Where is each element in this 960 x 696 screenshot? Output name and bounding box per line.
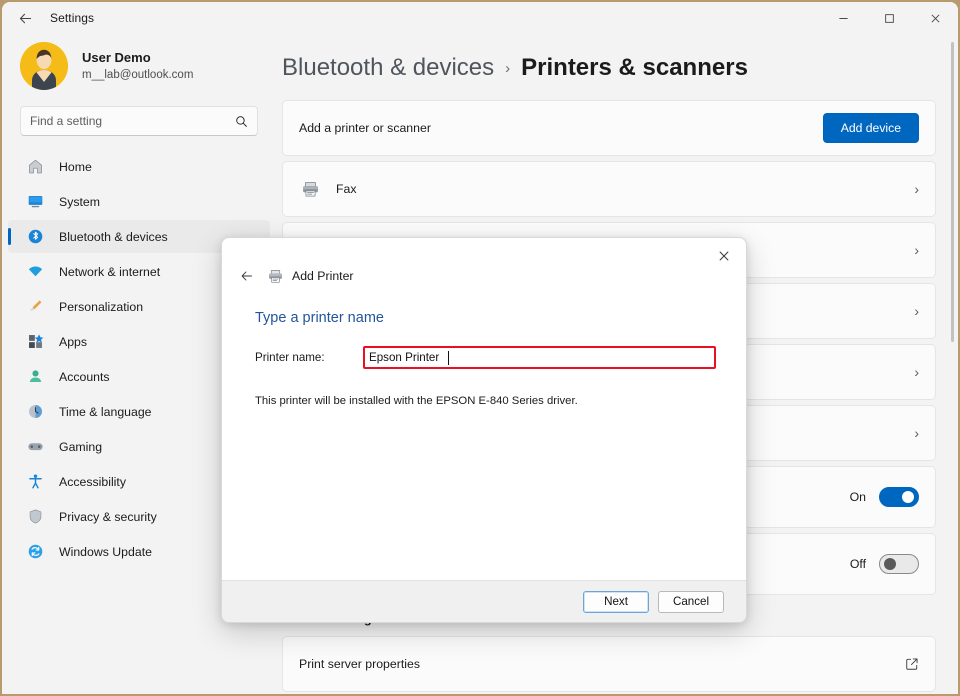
- back-arrow-icon: [240, 269, 254, 283]
- title-bar: Settings: [2, 2, 958, 34]
- minimize-button[interactable]: [820, 2, 866, 34]
- dialog-header: Add Printer: [222, 238, 746, 288]
- close-icon: [930, 13, 941, 24]
- printer-name-input-wrap[interactable]: [363, 346, 716, 369]
- printer-name-label: Printer name:: [255, 351, 363, 364]
- printer-name-field-row: Printer name:: [255, 346, 716, 369]
- text-caret: [448, 351, 449, 365]
- settings-window: Settings: [2, 2, 958, 694]
- minimize-icon: [838, 13, 849, 24]
- dialog-footer: Next Cancel: [222, 580, 746, 622]
- next-button[interactable]: Next: [583, 591, 649, 613]
- close-button[interactable]: [912, 2, 958, 34]
- maximize-button[interactable]: [866, 2, 912, 34]
- back-arrow-icon: [18, 11, 33, 26]
- cancel-button[interactable]: Cancel: [658, 591, 724, 613]
- dialog-close-button[interactable]: [706, 242, 742, 270]
- window-controls: [820, 2, 958, 34]
- printer-icon: [267, 268, 284, 285]
- maximize-icon: [884, 13, 895, 24]
- dialog-back-button[interactable]: [234, 264, 260, 288]
- printer-name-input[interactable]: [369, 348, 710, 367]
- dialog-body: Type a printer name Printer name: This p…: [222, 288, 746, 580]
- window-title: Settings: [50, 11, 94, 25]
- dialog-scrim: Add Printer Type a printer name Printer …: [2, 34, 958, 694]
- dialog-driver-note: This printer will be installed with the …: [255, 395, 716, 407]
- back-button[interactable]: [8, 4, 42, 32]
- dialog-heading: Type a printer name: [255, 310, 716, 326]
- close-icon: [718, 250, 730, 262]
- add-printer-dialog: Add Printer Type a printer name Printer …: [221, 237, 747, 623]
- dialog-title: Add Printer: [292, 269, 354, 283]
